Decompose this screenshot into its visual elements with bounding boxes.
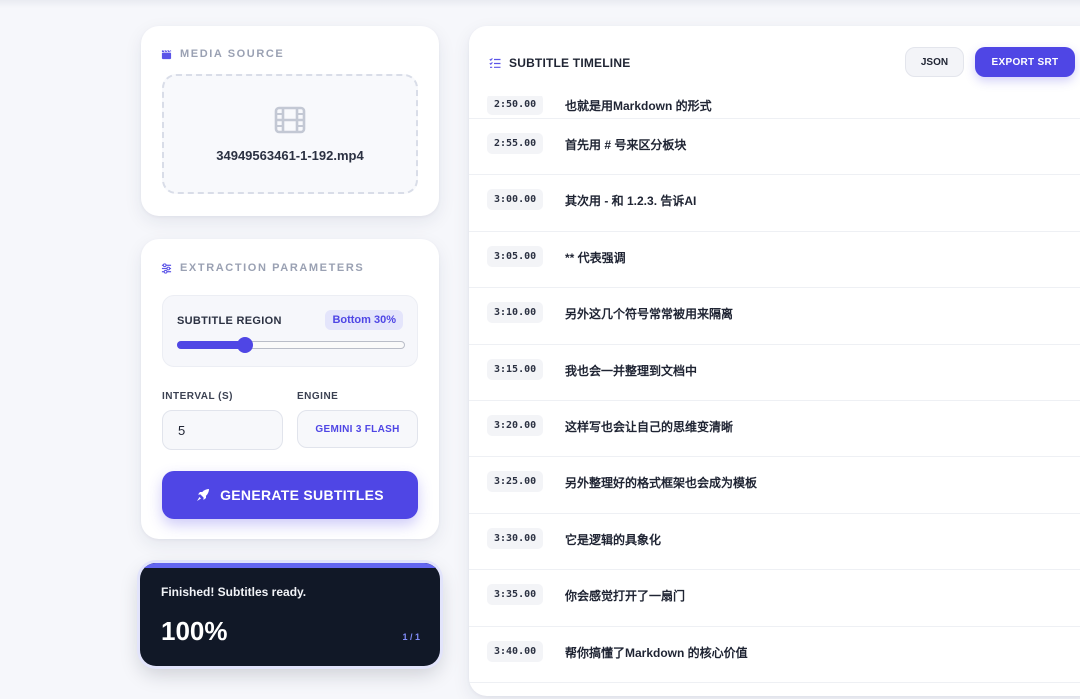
media-source-title: MEDIA SOURCE <box>180 48 285 60</box>
subtitle-row[interactable]: 2:55.00 首先用 # 号来区分板块 <box>469 119 1080 176</box>
subtitle-text[interactable]: 另外整理好的格式框架也会成为模板 <box>565 474 757 491</box>
media-filename: 34949563461-1-192.mp4 <box>216 147 364 163</box>
film-icon <box>274 106 306 133</box>
subtitle-row[interactable]: 3:05.00 ** 代表强调 <box>469 232 1080 289</box>
subtitle-row[interactable]: 3:20.00 这样写也会让自己的思维变清晰 <box>469 401 1080 458</box>
subtitle-row[interactable]: 3:00.00 其次用 - 和 1.2.3. 告诉AI <box>469 175 1080 232</box>
interval-label: INTERVAL (S) <box>162 391 234 402</box>
timeline-header: SUBTITLE TIMELINE JSON EXPORT SRT <box>469 26 1080 96</box>
subtitle-region-badge: Bottom 30% <box>325 310 403 330</box>
subtitle-text[interactable]: 它是逻辑的具象化 <box>565 531 661 548</box>
subtitle-text[interactable]: 也就是用Markdown 的形式 <box>565 97 712 114</box>
subtitle-timestamp: 3:15.00 <box>487 358 544 380</box>
subtitle-text[interactable]: 另外这几个符号常常被用来隔离 <box>565 305 733 322</box>
list-check-icon <box>489 58 501 68</box>
status-progress-fill <box>140 563 440 568</box>
subtitle-timestamp: 3:40.00 <box>487 640 544 662</box>
subtitle-row[interactable]: 3:15.00 我也会一并整理到文档中 <box>469 345 1080 401</box>
subtitle-timestamp: 3:25.00 <box>487 471 544 493</box>
subtitle-timestamp: 3:30.00 <box>487 527 544 549</box>
slider-thumb[interactable] <box>237 337 254 353</box>
generate-subtitles-label: GENERATE SUBTITLES <box>220 487 384 503</box>
timeline-title: SUBTITLE TIMELINE <box>509 56 631 70</box>
subtitle-row[interactable]: 3:10.00 另外这几个符号常常被用来隔离 <box>469 288 1080 345</box>
subtitle-region-panel: SUBTITLE REGION Bottom 30% <box>162 295 418 367</box>
extraction-parameters-header: EXTRACTION PARAMETERS <box>161 262 364 274</box>
subtitle-timeline-card: 2:50.00 也就是用Markdown 的形式 2:55.00 首先用 # 号来区分… <box>469 26 1080 696</box>
subtitle-text[interactable]: 其次用 - 和 1.2.3. 告诉AI <box>565 192 696 209</box>
generate-subtitles-button[interactable]: GENERATE SUBTITLES <box>162 471 418 519</box>
sliders-icon <box>161 262 172 274</box>
subtitle-timestamp: 3:20.00 <box>487 414 544 436</box>
subtitle-row[interactable]: 3:25.00 另外整理好的格式框架也会成为模板 <box>469 457 1080 514</box>
subtitle-text[interactable]: 你会感觉打开了一扇门 <box>565 587 685 604</box>
subtitle-text[interactable]: 首先用 # 号来区分板块 <box>565 136 686 153</box>
media-source-header: MEDIA SOURCE <box>161 48 284 60</box>
status-percent: 100% <box>161 616 228 646</box>
subtitle-timestamp: 3:05.00 <box>487 245 544 267</box>
interval-input[interactable] <box>162 410 283 450</box>
top-shadow <box>0 0 1080 8</box>
extraction-parameters-title: EXTRACTION PARAMETERS <box>180 262 365 274</box>
status-message: Finished! Subtitles ready. <box>161 585 307 599</box>
media-source-card: MEDIA SOURCE 34949563461-1-192.mp4 <box>141 26 439 216</box>
status-card: Finished! Subtitles ready. 100% 1 / 1 <box>140 563 440 666</box>
timeline-title-group: SUBTITLE TIMELINE <box>489 56 630 70</box>
slider-fill <box>177 341 246 349</box>
clapperboard-icon <box>161 49 172 59</box>
subtitle-timestamp: 3:10.00 <box>487 302 544 324</box>
subtitle-row[interactable]: 3:35.00 你会感觉打开了一扇门 <box>469 570 1080 627</box>
subtitle-region-label: SUBTITLE REGION <box>177 315 282 327</box>
rocket-icon <box>197 489 210 501</box>
engine-select[interactable]: GEMINI 3 FLASH <box>297 410 418 448</box>
extraction-parameters-card: EXTRACTION PARAMETERS SUBTITLE REGION Bo… <box>141 239 439 539</box>
json-button[interactable]: JSON <box>905 47 964 77</box>
file-dropzone[interactable]: 34949563461-1-192.mp4 <box>162 74 418 194</box>
subtitle-timestamp: 3:35.00 <box>487 584 544 606</box>
subtitle-timestamp: 3:00.00 <box>487 189 544 211</box>
subtitle-text[interactable]: 我也会一并整理到文档中 <box>565 362 697 379</box>
subtitle-text[interactable]: ** 代表强调 <box>565 249 626 266</box>
subtitle-timestamp: 2:50.00 <box>487 94 544 115</box>
status-count: 1 / 1 <box>402 632 420 642</box>
subtitle-text[interactable]: 帮你搞懂了Markdown 的核心价值 <box>565 644 748 661</box>
subtitle-row[interactable]: 3:30.00 它是逻辑的具象化 <box>469 514 1080 571</box>
subtitle-list[interactable]: 2:50.00 也就是用Markdown 的形式 2:55.00 首先用 # 号来区分… <box>469 82 1080 683</box>
subtitle-region-slider[interactable] <box>177 337 405 353</box>
engine-label: ENGINE <box>297 391 339 402</box>
subtitle-text[interactable]: 这样写也会让自己的思维变清晰 <box>565 418 733 435</box>
export-srt-button[interactable]: EXPORT SRT <box>975 47 1075 77</box>
subtitle-row[interactable]: 3:40.00 帮你搞懂了Markdown 的核心价值 <box>469 627 1080 683</box>
subtitle-timestamp: 2:55.00 <box>487 133 544 154</box>
